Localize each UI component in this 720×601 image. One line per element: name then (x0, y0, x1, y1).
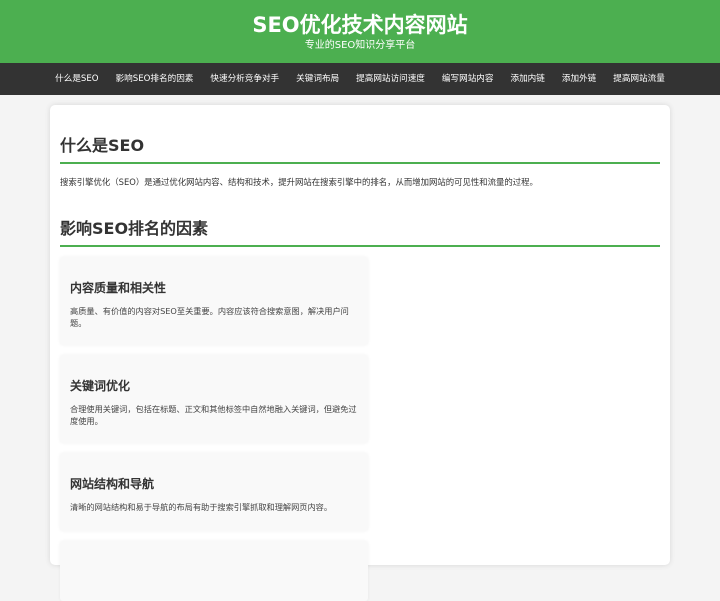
main-nav: 什么是SEO 影响SEO排名的因素 快速分析竞争对手 关键词布局 提高网站访问速… (0, 63, 720, 95)
factor-card-title: 内容质量和相关性 (70, 281, 167, 295)
factor-card-title: 关键词优化 (70, 379, 131, 393)
nav-item-ranking-factors[interactable]: 影响SEO排名的因素 (107, 63, 202, 95)
section-intro-text: 搜索引擎优化（SEO）是通过优化网站内容、结构和技术，提升网站在搜索引擎中的排名… (60, 177, 538, 187)
factor-card: 网站结构和导航 清晰的网站结构和易于导航的布局有助于搜索引擎抓取和理解网页内容。 (60, 453, 368, 531)
factor-card-partial (60, 541, 368, 601)
nav-item-keyword-layout[interactable]: 关键词布局 (288, 63, 348, 95)
section-title-what-is-seo: 什么是SEO (60, 132, 660, 164)
nav-item-what-is-seo[interactable]: 什么是SEO (47, 63, 107, 95)
factor-card-text: 清晰的网站结构和易于导航的布局有助于搜索引擎抓取和理解网页内容。 (70, 502, 333, 512)
factor-card: 内容质量和相关性 高质量、有价值的内容对SEO至关重要。内容应该符合搜索意图，解… (60, 257, 368, 345)
factor-card-list: 内容质量和相关性 高质量、有价值的内容对SEO至关重要。内容应该符合搜索意图，解… (60, 257, 660, 601)
site-header: SEO优化技术内容网站 专业的SEO知识分享平台 (0, 0, 720, 63)
factor-card-text: 合理使用关键词，包括在标题、正文和其他标签中自然地融入关键词，但避免过度使用。 (70, 404, 357, 426)
section-title-ranking-factors: 影响SEO排名的因素 (60, 215, 660, 247)
nav-item-site-speed[interactable]: 提高网站访问速度 (348, 63, 434, 95)
site-subtitle: 专业的SEO知识分享平台 (304, 40, 416, 51)
main-content: 什么是SEO 搜索引擎优化（SEO）是通过优化网站内容、结构和技术，提升网站在搜… (50, 105, 670, 601)
nav-item-competitor-analysis[interactable]: 快速分析竞争对手 (202, 63, 288, 95)
factor-card-text: 高质量、有价值的内容对SEO至关重要。内容应该符合搜索意图，解决用户问题。 (70, 306, 349, 328)
site-title: SEO优化技术内容网站 (252, 13, 468, 37)
factor-card: 关键词优化 合理使用关键词，包括在标题、正文和其他标签中自然地融入关键词，但避免… (60, 355, 368, 443)
nav-item-external-links[interactable]: 添加外链 (553, 63, 604, 95)
factor-card-title: 网站结构和导航 (70, 477, 155, 491)
nav-item-increase-traffic[interactable]: 提高网站流量 (605, 63, 674, 95)
nav-item-internal-links[interactable]: 添加内链 (502, 63, 553, 95)
nav-item-write-content[interactable]: 编写网站内容 (433, 63, 502, 95)
